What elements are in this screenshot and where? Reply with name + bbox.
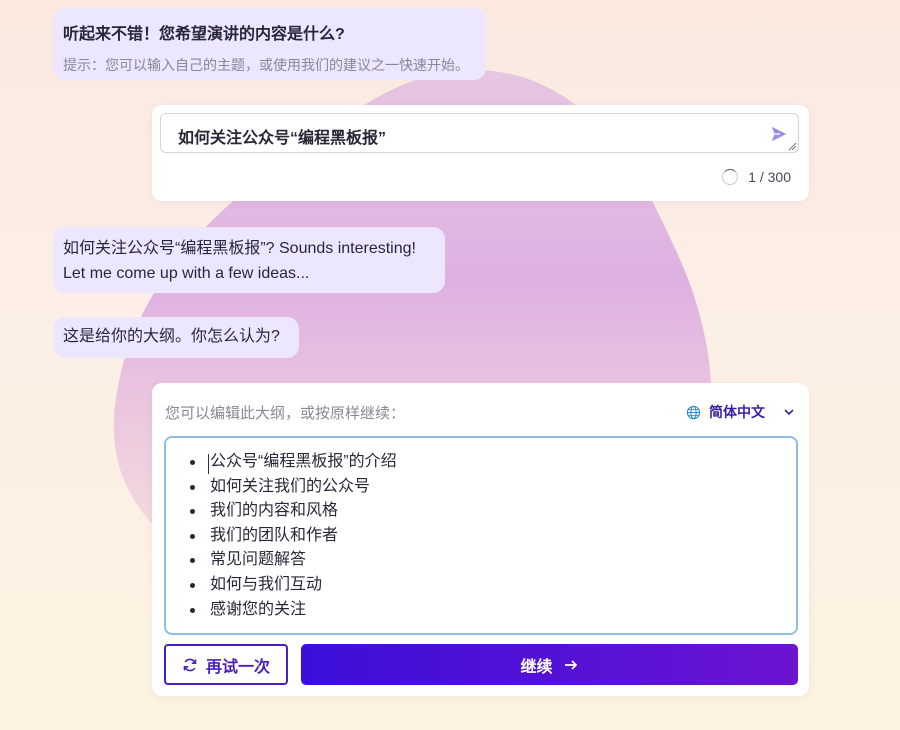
outline-hint: 您可以编辑此大纲，或按原样继续： [165,404,406,422]
topic-hint: 提示：您可以输入自己的主题，或使用我们的建议之一快速开始。 [63,57,469,73]
continue-button[interactable]: 继续 [301,644,798,685]
echo-line-2: Let me come up with a few ideas... [63,265,310,282]
outline-item[interactable]: 常见问题解答 [190,548,796,573]
outline-item[interactable]: 公众号“编程黑板报”的介绍 [190,450,796,475]
char-counter: 1 / 300 [722,169,791,185]
char-counter-text: 1 / 300 [748,169,791,185]
language-select[interactable]: 简体中文 [686,402,795,422]
outline-editor[interactable]: 公众号“编程黑板报”的介绍 如何关注我们的公众号 我们的内容和风格 我们的团队和… [164,436,798,635]
chevron-down-icon [784,409,794,416]
outline-item[interactable]: 我们的团队和作者 [190,524,796,549]
outline-item[interactable]: 如何关注我们的公众号 [190,475,796,500]
echo-line-1: 如何关注公众号“编程黑板报”? Sounds interesting! [63,240,416,257]
resize-grip-icon[interactable] [788,142,797,151]
outline-list: 公众号“编程黑板报”的介绍 如何关注我们的公众号 我们的内容和风格 我们的团队和… [166,450,796,622]
assistant-message-topic: 听起来不错！您希望演讲的内容是什么? 提示：您可以输入自己的主题，或使用我们的建… [53,8,486,80]
refresh-icon [183,658,197,671]
outline-intro-text: 这是给你的大纲。你怎么认为? [63,328,280,345]
continue-label: 继续 [520,658,553,676]
assistant-message-echo: 如何关注公众号“编程黑板报”? Sounds interesting! Let … [53,227,445,293]
text-caret [208,454,209,474]
outline-item[interactable]: 感谢您的关注 [190,598,796,623]
outline-card: 您可以编辑此大纲，或按原样继续： 简体中文 公众号“编程黑板报”的介绍 如何关注… [152,383,809,696]
language-label: 简体中文 [709,404,765,420]
topic-question: 听起来不错！您希望演讲的内容是什么? [63,26,345,43]
progress-ring-icon [722,169,739,185]
arrow-right-icon [564,659,577,670]
send-icon[interactable] [770,125,788,143]
retry-label: 再试一次 [205,658,270,676]
outline-header: 您可以编辑此大纲，或按原样继续： 简体中文 [165,402,795,422]
topic-input-value: 如何关注公众号“编程黑板报” [178,130,387,147]
outline-item[interactable]: 如何与我们互动 [190,573,796,598]
globe-icon [686,405,701,419]
retry-button[interactable]: 再试一次 [164,644,288,685]
outline-item[interactable]: 我们的内容和风格 [190,499,796,524]
assistant-message-outline-intro: 这是给你的大纲。你怎么认为? [53,317,299,358]
topic-input-card: 如何关注公众号“编程黑板报” 1 / 300 [152,105,809,201]
topic-input[interactable]: 如何关注公众号“编程黑板报” [160,113,799,153]
